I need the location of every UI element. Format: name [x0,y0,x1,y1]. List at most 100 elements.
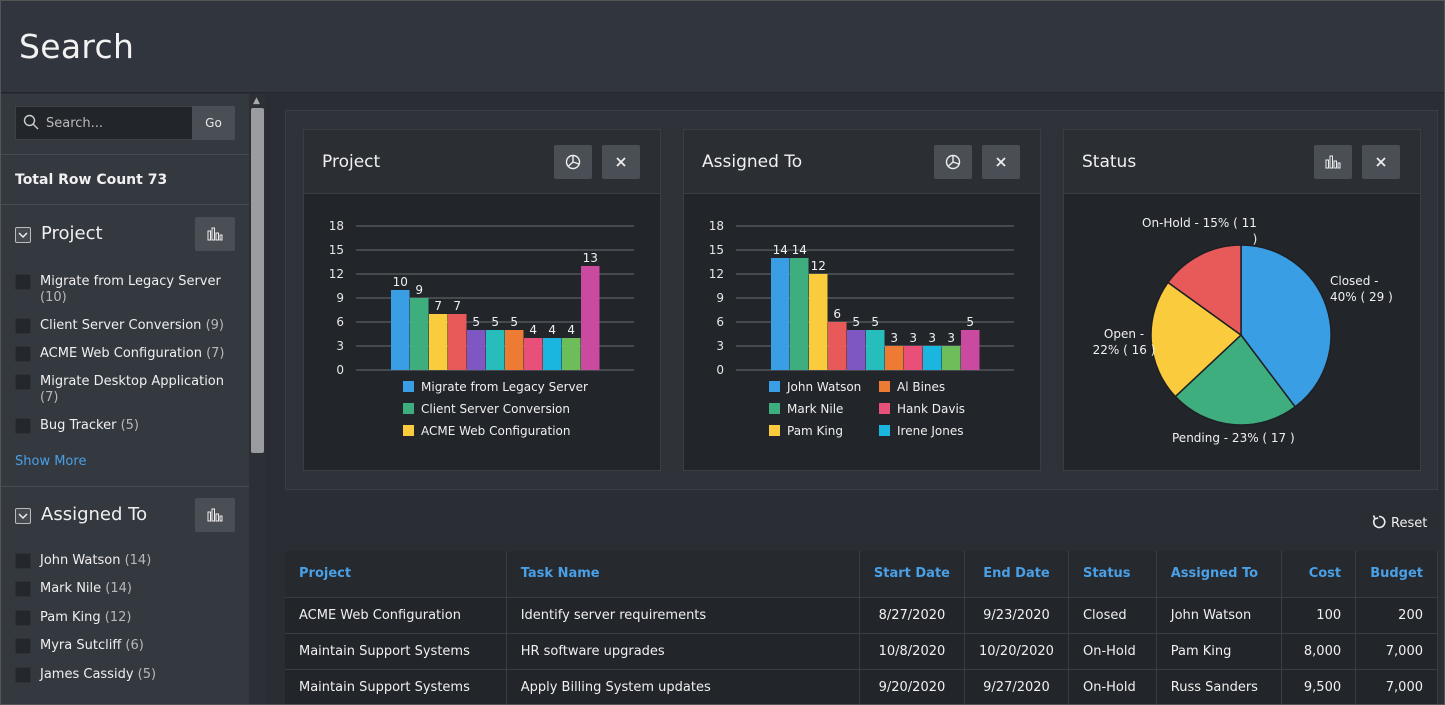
legend-swatch [403,381,414,392]
chevron-down-icon[interactable] [15,508,31,524]
pie-slice-label: ) [1253,232,1258,246]
bar-chart-toggle-button[interactable] [1314,145,1352,179]
reset-label: Reset [1391,516,1428,531]
column-header-budget[interactable]: Budget [1355,551,1438,597]
facet-item-label: Bug Tracker [40,418,117,433]
bar-value-label: 10 [393,275,408,289]
table-row[interactable]: ACME Web Configuration Identify server r… [285,596,1438,633]
cell-assigned-to: Pam King [1156,632,1283,669]
column-header-project[interactable]: Project [285,551,507,597]
divider [1,154,249,155]
pie-slice-label: On-Hold - 15% ( 11 [1142,216,1257,230]
bar [391,290,410,370]
checkbox[interactable] [15,274,31,290]
legend-swatch [769,403,780,414]
facet-item-project[interactable]: Bug Tracker (5) [15,418,235,434]
facet-title-assigned-to: Assigned To [41,504,148,525]
column-header-start-date[interactable]: Start Date [859,551,965,597]
checkbox[interactable] [15,346,31,362]
cell-budget: 7,000 [1355,668,1438,704]
bar-value-label: 14 [792,243,807,257]
go-button[interactable]: Go [192,106,235,140]
bar-value-label: 4 [529,323,537,337]
y-tick-label: 9 [716,291,724,305]
sidebar-scrollbar[interactable]: ▲ [249,94,266,704]
facet-item-project[interactable]: Migrate Desktop Application (7) [15,374,235,406]
scroll-up-icon[interactable]: ▲ [253,96,260,106]
table-row[interactable]: Maintain Support Systems Apply Billing S… [285,668,1438,704]
show-more-link[interactable]: Show More [15,454,86,469]
chevron-down-icon[interactable] [15,227,31,243]
facet-chart-button-project[interactable] [195,217,235,251]
pie-chart-toggle-button[interactable] [554,145,592,179]
bar-chart-icon [207,508,223,522]
search-input[interactable] [15,106,193,140]
checkbox[interactable] [15,667,31,683]
bar-value-label: 7 [434,299,442,313]
pie-slice-label: 40% ( 29 ) [1330,290,1393,304]
facet-item-count: (14) [124,553,152,568]
table-row[interactable]: Maintain Support Systems HR software upg… [285,632,1438,669]
legend-swatch [879,425,890,436]
pie-slice-label: 22% ( 16 ) [1093,343,1156,357]
checkbox[interactable] [15,581,31,597]
pie-chart-toggle-button[interactable] [934,145,972,179]
bar-value-label: 5 [966,315,974,329]
column-header-status[interactable]: Status [1068,551,1157,597]
facet-item-label: John Watson [40,553,121,568]
chart-header: Project [304,130,660,194]
checkbox[interactable] [15,638,31,654]
column-header-cost[interactable]: Cost [1281,551,1357,597]
column-header-task-name[interactable]: Task Name [506,551,860,597]
legend-label: Pam King [787,424,843,438]
checkbox[interactable] [15,318,31,334]
checkbox[interactable] [15,610,31,626]
facet-item-project[interactable]: Client Server Conversion (9) [15,318,235,334]
close-icon [1376,157,1386,167]
facet-item-assigned-to[interactable]: Mark Nile (14) [15,581,235,597]
checkbox[interactable] [15,553,31,569]
y-tick-label: 15 [329,243,344,257]
reset-button[interactable]: Reset [1371,514,1427,531]
chart-card-project: Project 0 3 6 9 12 15 18 10 9 7 7 5 5 5 … [303,129,661,471]
facet-item-assigned-to[interactable]: Pam King (12) [15,610,235,626]
facet-item-project[interactable]: Migrate from Legacy Server (10) [15,274,235,306]
facet-item-project[interactable]: ACME Web Configuration (7) [15,346,235,362]
facet-item-count: (9) [205,318,224,333]
search-icon [23,114,39,130]
facet-item-assigned-to[interactable]: John Watson (14) [15,553,235,569]
bar [942,346,961,370]
bar-value-label: 5 [852,315,860,329]
legend-label: Hank Davis [897,402,965,416]
cell-end-date: 9/27/2020 [964,668,1069,704]
checkbox[interactable] [15,374,31,390]
bar [904,346,923,370]
facet-item-count: (14) [105,581,132,596]
scrollbar-thumb[interactable] [251,108,264,453]
facet-item-count: (5) [137,667,157,682]
legend-swatch [403,425,414,436]
bar [866,330,885,370]
facet-header-project: Project [15,217,235,251]
chart-title: Status [1082,152,1137,172]
facet-chart-button-assigned-to[interactable] [195,498,235,532]
bar [543,338,562,370]
close-chart-button[interactable] [602,145,640,179]
bar [562,338,581,370]
legend-swatch [769,381,780,392]
column-header-assigned-to[interactable]: Assigned To [1156,551,1283,597]
close-chart-button[interactable] [1362,145,1400,179]
facet-item-assigned-to[interactable]: James Cassidy (5) [15,667,235,683]
divider [1,486,249,487]
bar-chart-icon [1325,155,1341,169]
facet-header-assigned-to: Assigned To [15,498,235,532]
close-icon [996,157,1006,167]
cell-cost: 9,500 [1281,668,1357,704]
y-tick-label: 12 [329,267,344,281]
y-tick-label: 3 [336,339,344,353]
checkbox[interactable] [15,418,31,434]
cell-end-date: 10/20/2020 [964,632,1069,669]
facet-item-assigned-to[interactable]: Myra Sutcliff (6) [15,638,235,654]
close-chart-button[interactable] [982,145,1020,179]
column-header-end-date[interactable]: End Date [964,551,1069,597]
